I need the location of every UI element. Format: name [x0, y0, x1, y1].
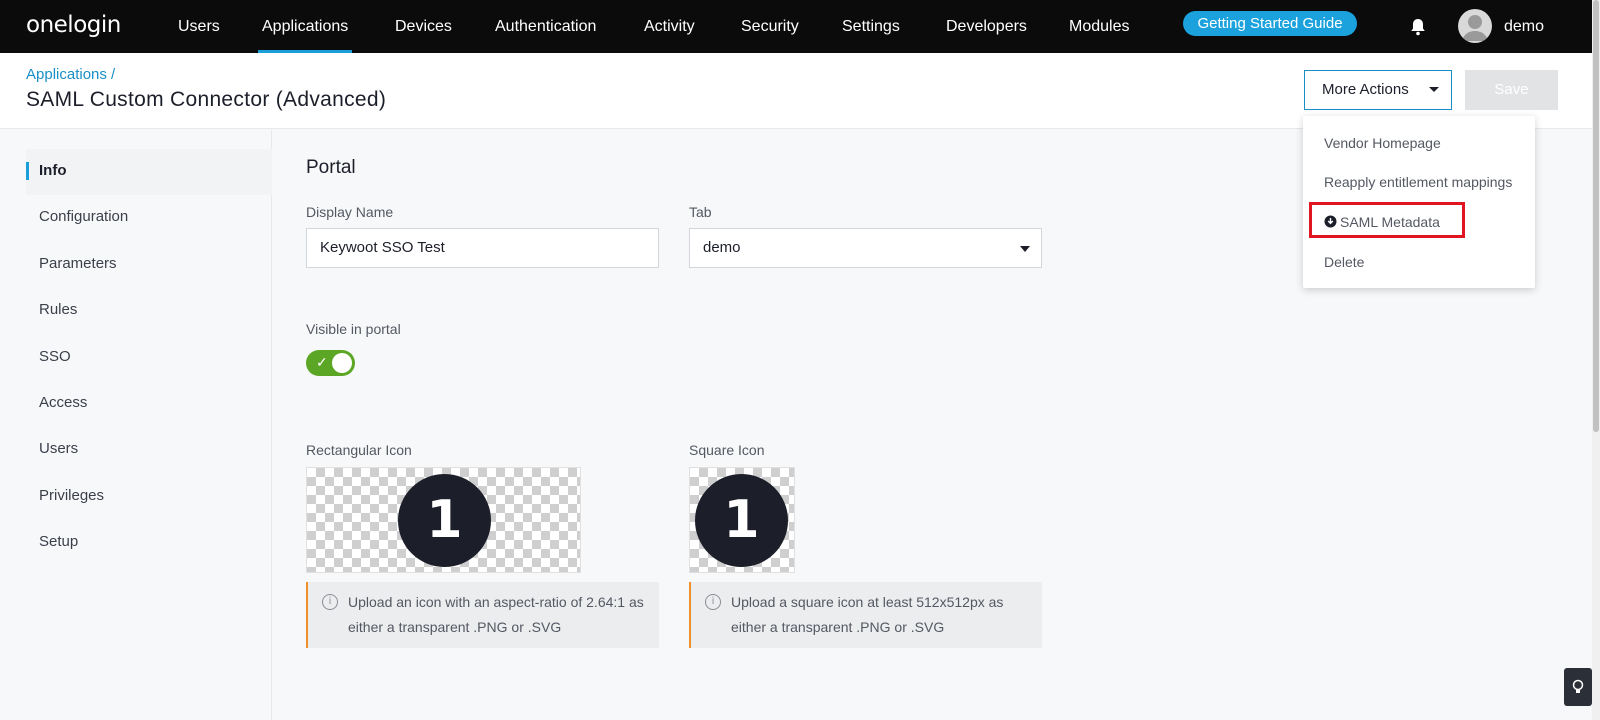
menu-item-delete[interactable]: Delete — [1324, 254, 1364, 270]
more-actions-label: More Actions — [1322, 81, 1409, 98]
display-name-input[interactable]: Keywoot SSO Test — [306, 228, 659, 268]
sidebar-item-users[interactable]: Users — [39, 440, 78, 457]
sidebar: Info Configuration Parameters Rules SSO … — [0, 130, 272, 720]
square-icon-upload[interactable]: 1 — [689, 467, 795, 573]
page-title: SAML Custom Connector (Advanced) — [26, 88, 387, 111]
rectangular-icon-hint: i Upload an icon with an aspect-ratio of… — [306, 582, 659, 648]
rectangular-icon-label: Rectangular Icon — [306, 442, 412, 458]
sidebar-item-rules[interactable]: Rules — [39, 301, 77, 318]
nav-devices[interactable]: Devices — [395, 0, 452, 53]
bell-icon[interactable] — [1408, 17, 1428, 37]
nav-activity[interactable]: Activity — [644, 0, 695, 53]
sidebar-item-privileges[interactable]: Privileges — [39, 487, 104, 504]
sidebar-item-configuration[interactable]: Configuration — [39, 208, 128, 225]
rectangular-icon-upload[interactable]: 1 — [306, 467, 581, 573]
tab-select-value: demo — [703, 239, 741, 256]
highlight-box — [1309, 202, 1465, 238]
more-actions-menu: Vendor Homepage Reapply entitlement mapp… — [1303, 116, 1535, 288]
nav-users[interactable]: Users — [178, 0, 220, 53]
more-actions-button[interactable]: More Actions — [1304, 70, 1452, 110]
visible-in-portal-toggle[interactable]: ✓ — [306, 350, 355, 376]
sidebar-item-access[interactable]: Access — [39, 394, 87, 411]
portal-section-title: Portal — [306, 157, 356, 178]
tab-label: Tab — [689, 204, 712, 220]
toggle-knob — [332, 353, 352, 373]
nav-developers[interactable]: Developers — [946, 0, 1027, 53]
scrollbar-thumb[interactable] — [1593, 0, 1599, 432]
info-icon: i — [322, 594, 338, 610]
chevron-down-icon — [1020, 246, 1030, 252]
menu-item-vendor-homepage[interactable]: Vendor Homepage — [1324, 135, 1441, 151]
nav-applications[interactable]: Applications — [258, 0, 353, 53]
getting-started-guide-button[interactable]: Getting Started Guide — [1183, 11, 1357, 36]
nav-security[interactable]: Security — [741, 0, 799, 53]
sidebar-item-info[interactable]: Info — [39, 162, 67, 179]
menu-item-reapply-entitlement-mappings[interactable]: Reapply entitlement mappings — [1324, 174, 1512, 190]
visible-in-portal-label: Visible in portal — [306, 321, 401, 337]
square-icon-hint: i Upload a square icon at least 512x512p… — [689, 582, 1042, 648]
nav-authentication[interactable]: Authentication — [495, 0, 596, 53]
rectangular-icon-hint-text: Upload an icon with an aspect-ratio of 2… — [348, 594, 644, 635]
sidebar-item-sso[interactable]: SSO — [39, 348, 71, 365]
nav-modules[interactable]: Modules — [1069, 0, 1129, 53]
square-icon-hint-text: Upload a square icon at least 512x512px … — [731, 594, 1004, 635]
sidebar-item-setup[interactable]: Setup — [39, 533, 78, 550]
tab-select[interactable]: demo — [689, 228, 1042, 268]
info-icon: i — [705, 594, 721, 610]
check-icon: ✓ — [316, 354, 328, 370]
user-menu-name[interactable]: demo — [1504, 0, 1544, 53]
rectangular-app-icon: 1 — [398, 474, 491, 567]
square-icon-label: Square Icon — [689, 442, 765, 458]
caret-down-icon — [1429, 87, 1439, 92]
top-nav: onelogin Users Applications Devices Auth… — [0, 0, 1592, 53]
lightbulb-icon — [1572, 679, 1584, 693]
help-button[interactable] — [1564, 668, 1592, 706]
breadcrumb[interactable]: Applications / — [26, 66, 115, 83]
avatar[interactable] — [1458, 9, 1492, 43]
sidebar-active-indicator — [26, 162, 29, 180]
display-name-label: Display Name — [306, 204, 394, 220]
sidebar-item-parameters[interactable]: Parameters — [39, 255, 117, 272]
save-button[interactable]: Save — [1465, 70, 1558, 110]
square-app-icon: 1 — [695, 474, 788, 567]
nav-settings[interactable]: Settings — [842, 0, 900, 53]
onelogin-logo[interactable]: onelogin — [26, 12, 121, 38]
